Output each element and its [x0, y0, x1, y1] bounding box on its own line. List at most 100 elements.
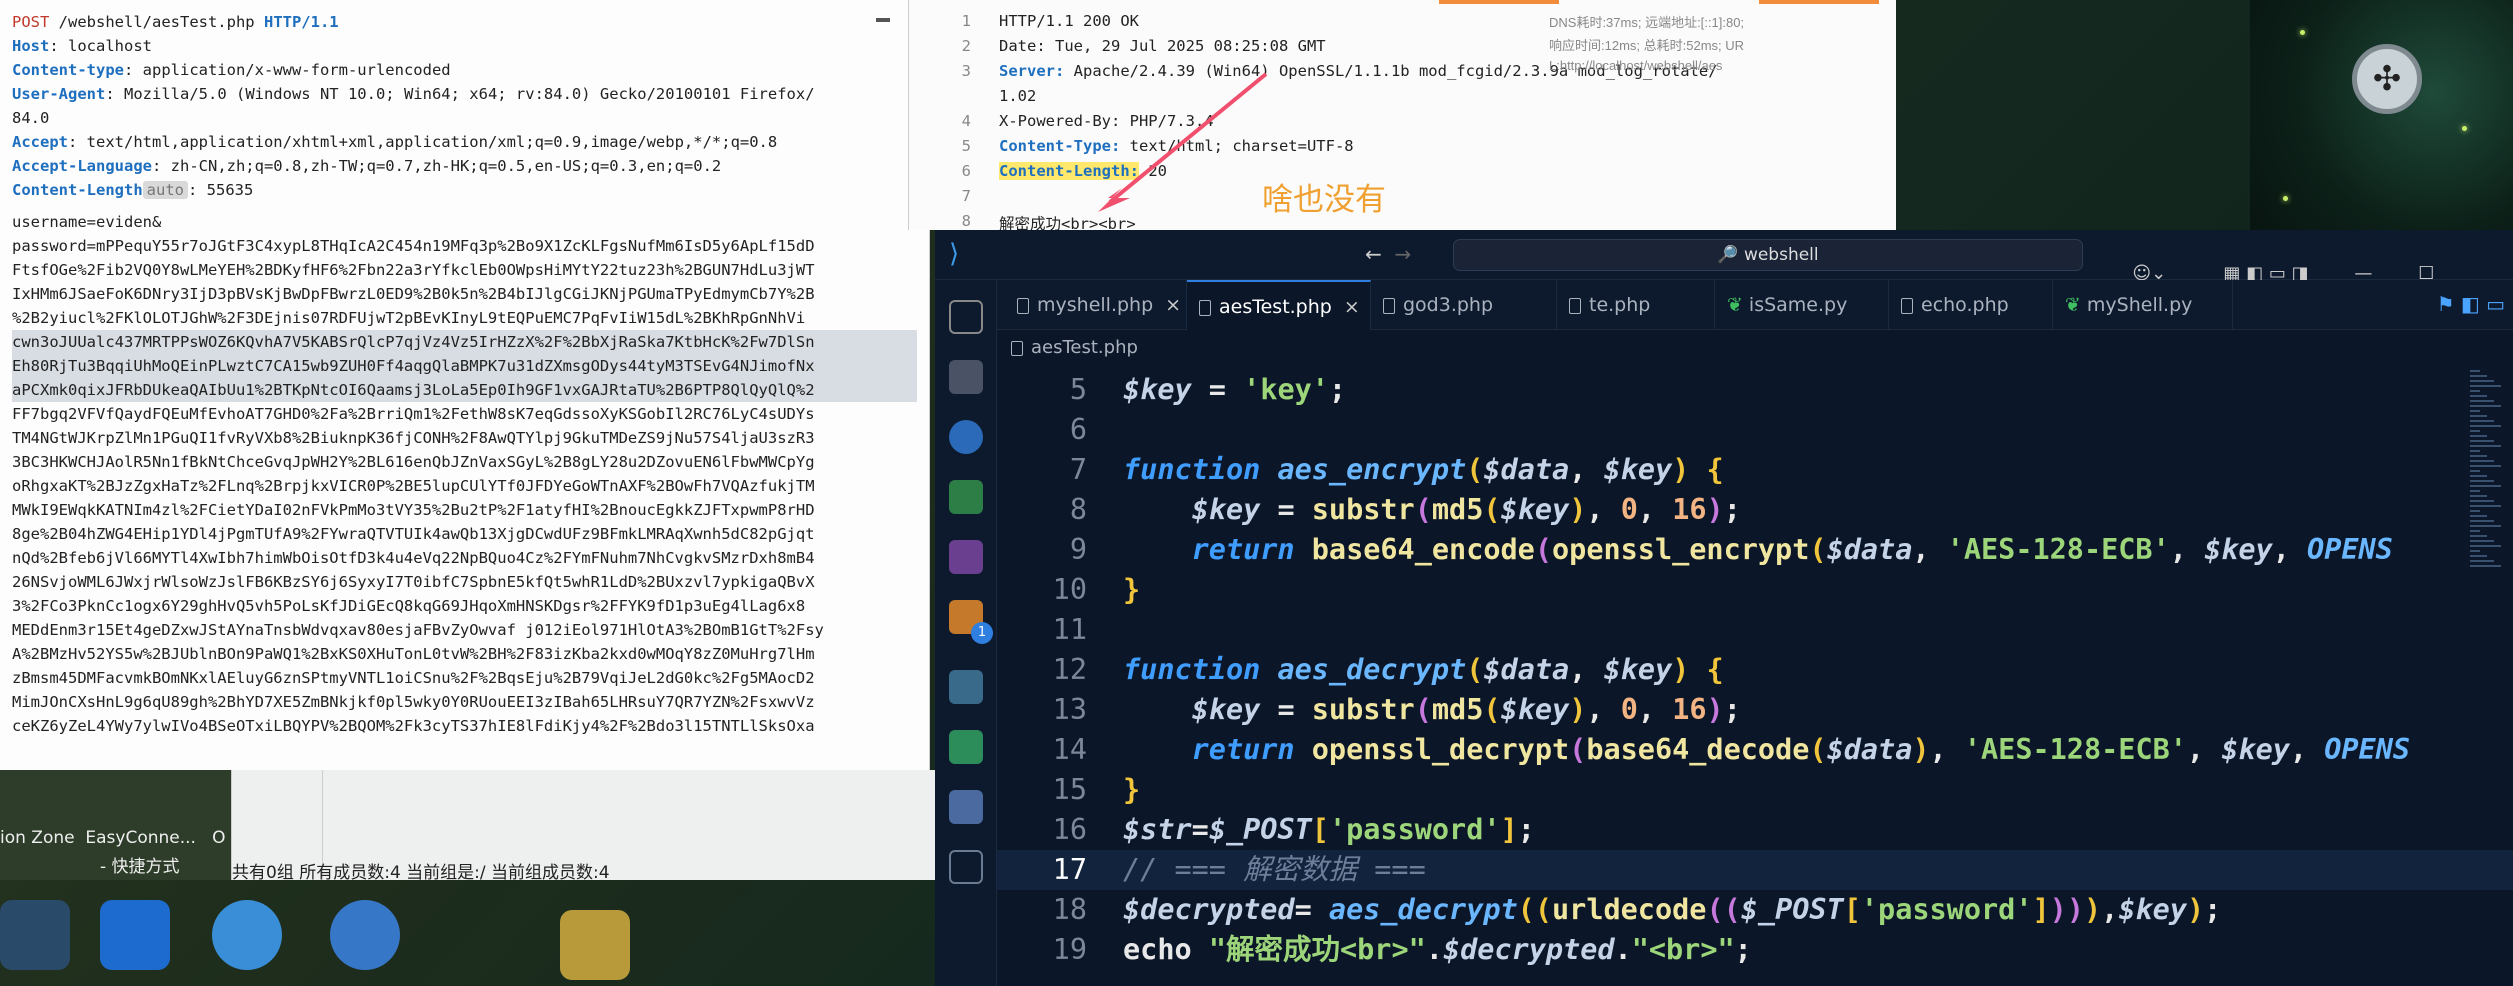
back-arrow-icon[interactable]: ←: [1365, 242, 1382, 266]
body-line: 26NSvjoWML6JWxjrWlsoWzJslFB6KBzSY6j6Syxy…: [12, 573, 815, 591]
code-editor[interactable]: 5 $key = 'key'; 6 7 function aes_encrypt($…: [997, 370, 2513, 986]
minimap-line: [2470, 525, 2501, 527]
toolbar-button[interactable]: [1819, 0, 1879, 4]
response-line: 7: [961, 187, 971, 205]
body-line: MEDdEnm3r15Et4geDZxwJStAYnaTnsbWdvqxav80…: [12, 621, 824, 639]
code-line[interactable]: 18 $decrypted= aes_decrypt((urldecode(($_…: [997, 890, 2513, 930]
easyconnect-icon[interactable]: [100, 900, 170, 970]
breadcrumb[interactable]: aesTest.php: [997, 330, 2513, 366]
minimap-line: [2470, 545, 2501, 547]
nav-arrows[interactable]: ← →: [1365, 242, 1411, 266]
annotation-arrow: [1098, 72, 1268, 212]
tab-te-php[interactable]: te.php: [1557, 280, 1715, 330]
response-meta: L:http://localhost/webshell/aes: [1549, 58, 1723, 73]
wallpaper-light: [2300, 30, 2305, 35]
toolbar-button[interactable]: [1499, 0, 1559, 4]
app-icon[interactable]: [212, 900, 282, 970]
tab-god3-php[interactable]: god3.php: [1371, 280, 1557, 330]
app-icon[interactable]: [330, 900, 400, 970]
minimap-line: [2470, 375, 2487, 377]
http-response-panel[interactable]: 1 HTTP/1.1 200 OK 2 Date: Tue, 29 Jul 2025 …: [908, 0, 1896, 233]
activity-bar: 1: [935, 280, 997, 986]
minimap-line: [2470, 430, 2480, 432]
minimap-line: [2470, 470, 2480, 472]
tab-myshell-py[interactable]: ❦ myShell.py: [2053, 280, 2233, 330]
minimap-line: [2470, 560, 2494, 562]
annotation-note: 啥也没有: [1262, 182, 1386, 218]
code-line[interactable]: 5 $key = 'key';: [997, 370, 2513, 410]
minimap-line: [2470, 505, 2501, 507]
close-icon[interactable]: ×: [1165, 294, 1181, 316]
body-line: MimJOnCXsHnL9g6qU89gh%2BhYD7XE5ZmBNkjkf0…: [12, 693, 815, 711]
response-line: 1 HTTP/1.1 200 OK: [961, 12, 1139, 30]
http-request-panel[interactable]: POST /webshell/aesTest.php HTTP/1.1 Host…: [0, 0, 930, 770]
file-icon: [1569, 297, 1581, 314]
scroll-marker[interactable]: [876, 18, 890, 22]
search-icon[interactable]: [949, 420, 983, 454]
minimap-line: [2470, 420, 2494, 422]
code-line[interactable]: 15}: [997, 770, 2513, 810]
code-line[interactable]: 6: [997, 410, 2513, 450]
floating-assistant-icon[interactable]: ✣: [2352, 44, 2422, 114]
auto-badge[interactable]: auto: [142, 181, 188, 199]
response-meta: 响应时间:12ms; 总耗时:52ms; UR: [1549, 38, 1745, 53]
minimap-line: [2470, 485, 2501, 487]
code-line-current[interactable]: 17// === 解密数据 ===: [997, 850, 2513, 890]
body-line: nQd%2Bfeb6jVl66MYTl4XwIbh7himWbOisOtfD3k…: [12, 549, 815, 567]
request-body[interactable]: username=eviden& password=mPPequY55r7oJGt…: [12, 210, 917, 738]
request-header: Accept-Language: zh-CN,zh;q=0.8,zh-TW;q=…: [12, 157, 722, 175]
code-line[interactable]: 10}: [997, 570, 2513, 610]
minimap-line: [2470, 370, 2480, 372]
code-line[interactable]: 7 function aes_encrypt($data, $key) {: [997, 450, 2513, 490]
desktop-shortcut-labels[interactable]: ion Zone EasyConne... O: [0, 828, 226, 848]
minimap-line: [2470, 510, 2480, 512]
vscode-window[interactable]: ⟩ ← → 🔎 webshell ☺⌄ ▦ ◧ ▭ ◨ — ☐ 1 myshel…: [935, 230, 2513, 986]
menu-icon[interactable]: [949, 300, 983, 334]
code-line[interactable]: 12 function aes_decrypt($data, $key) {: [997, 650, 2513, 690]
code-line[interactable]: 11: [997, 610, 2513, 650]
body-line: username=eviden&: [12, 213, 162, 231]
minimap[interactable]: [2470, 370, 2510, 610]
remote-icon[interactable]: [949, 670, 983, 704]
code-line[interactable]: 19 echo "解密成功<br>".$decrypted."<br>";: [997, 930, 2513, 970]
file-icon: [1011, 340, 1023, 356]
accounts-icon[interactable]: [949, 850, 983, 884]
minimap-line: [2470, 425, 2501, 427]
file-icon: [1901, 297, 1913, 314]
minimap-line: [2470, 530, 2480, 532]
code-line[interactable]: 13 $key = substr(md5($key), 0, 16);: [997, 690, 2513, 730]
chart-icon[interactable]: [949, 790, 983, 824]
code-line[interactable]: 8 $key = substr(md5($key), 0, 16);: [997, 490, 2513, 530]
body-line: 3%2FCo3PknCc1ogx6Y29ghHvQ5vh5PoLsKfJDiGE…: [12, 597, 806, 615]
close-icon[interactable]: ×: [1344, 296, 1360, 318]
python-file-icon: ❦: [2065, 294, 2081, 316]
testing-icon[interactable]: [949, 730, 983, 764]
code-line[interactable]: 9 return base64_encode(openssl_encrypt($…: [997, 530, 2513, 570]
forward-arrow-icon[interactable]: →: [1394, 242, 1411, 266]
shortcut-sublabel: - 快捷方式: [100, 857, 180, 877]
command-center-search[interactable]: 🔎 webshell: [1453, 239, 2083, 271]
tab-aestest-php[interactable]: aesTest.php ×: [1187, 280, 1371, 330]
tab-label: te.php: [1589, 294, 1651, 316]
editor-tabs: myshell.php × aesTest.php × god3.php te.php ❦ i…: [997, 280, 2513, 330]
response-meta: DNS耗时:37ms; 远端地址:[::1]:80;: [1549, 15, 1745, 30]
code-line[interactable]: 16 $str=$_POST['password'];: [997, 810, 2513, 850]
minimap-line: [2470, 555, 2487, 557]
tab-label: isSame.py: [1748, 294, 1848, 316]
wallpaper-forest: [2250, 0, 2513, 230]
app-icon[interactable]: [0, 900, 70, 970]
tab-echo-php[interactable]: echo.php: [1889, 280, 2053, 330]
tab-issame-py[interactable]: ❦ isSame.py: [1715, 280, 1889, 330]
toolbar-button[interactable]: [1439, 0, 1499, 4]
code-line[interactable]: 14 return openssl_decrypt(base64_decode(…: [997, 730, 2513, 770]
source-control-icon[interactable]: [949, 480, 983, 514]
badge: 1: [971, 622, 993, 644]
tab-myshell-php[interactable]: myshell.php ×: [1005, 280, 1187, 330]
toolbar-button[interactable]: [1759, 0, 1819, 4]
folder-icon[interactable]: [560, 910, 630, 980]
body-line: zBmsm45DMFacvmkBOmNKxlAEluyG6znSPtmyVNTL…: [12, 669, 815, 687]
request-header: 84.0: [12, 109, 50, 127]
editor-actions[interactable]: ⚑ ◧ ▭: [2437, 292, 2505, 316]
explorer-icon[interactable]: [949, 360, 983, 394]
extension-icon[interactable]: [949, 540, 983, 574]
